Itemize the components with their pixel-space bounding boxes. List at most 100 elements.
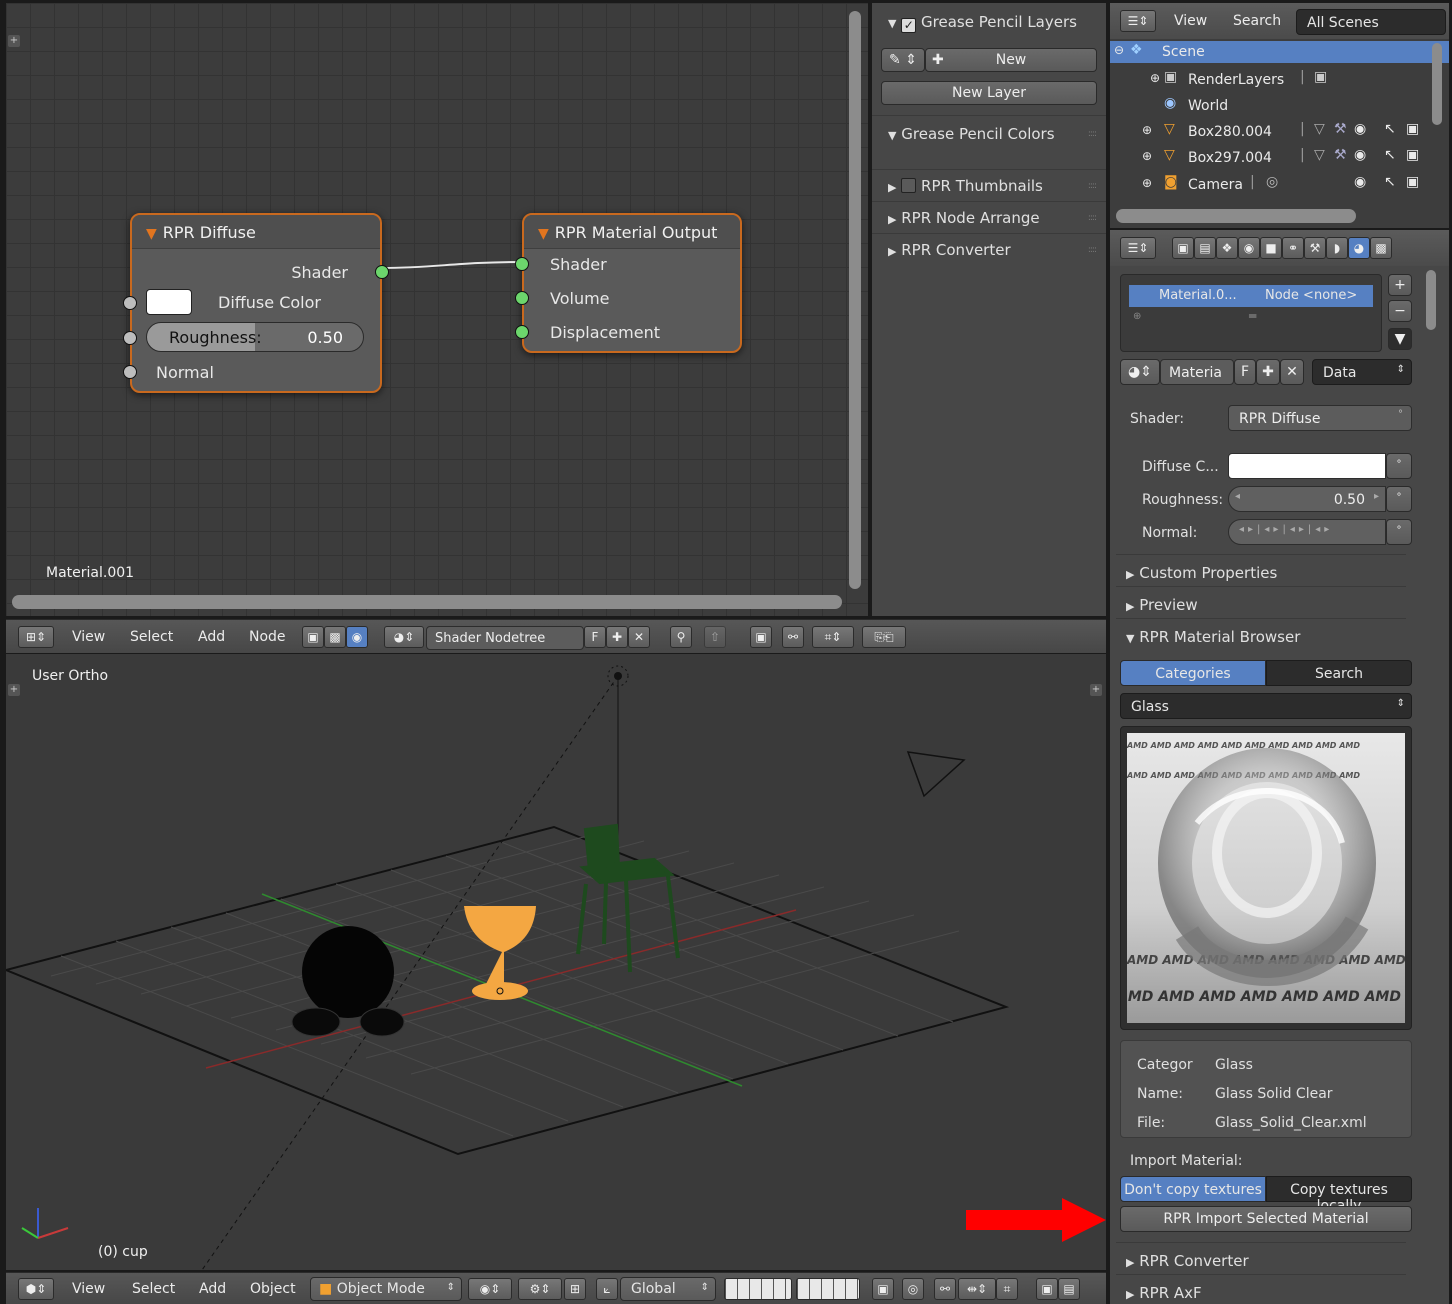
normal-vector-field[interactable]: ◂▸|◂▸|◂▸|◂▸	[1228, 519, 1386, 545]
new-button[interactable]: ✚ New	[925, 48, 1097, 72]
add-slot-button[interactable]: +	[1388, 274, 1412, 296]
rpr-thumbnails-header[interactable]: ▶ RPR Thumbnails ::::	[872, 171, 1106, 201]
eye-icon[interactable]: ◉	[1354, 147, 1366, 163]
rpr-axf-header[interactable]: ▶ RPR AxF	[1110, 1278, 1344, 1304]
vertical-scrollbar[interactable]	[849, 11, 861, 589]
expand-triangle-icon[interactable]: ▶	[1126, 568, 1134, 581]
rpr-material-browser-header[interactable]: ▼ RPR Material Browser	[1110, 622, 1344, 652]
snap-icon[interactable]: ⚯	[782, 626, 804, 648]
menu-select[interactable]: Select	[132, 1281, 175, 1297]
3d-viewport[interactable]: User Ortho + + (0) cup	[6, 654, 1106, 1270]
renderlayers-tab-icon[interactable]: ▤	[1194, 237, 1216, 259]
properties-scrollbar[interactable]	[1426, 270, 1436, 330]
fake-user-button[interactable]: F	[584, 626, 606, 648]
copy-paste-icon[interactable]: ⎘⎗	[862, 626, 906, 648]
link-data-dropdown[interactable]: Data ⇕	[1312, 359, 1412, 385]
expand-triangle-icon[interactable]: ▶	[1126, 600, 1134, 613]
tab-search[interactable]: Search	[1266, 660, 1412, 686]
resize-handle-icon[interactable]: ⊕	[1133, 311, 1141, 322]
menu-search[interactable]: Search	[1233, 13, 1281, 29]
material-browse-icon[interactable]: ◕⇕	[384, 626, 424, 648]
mode-dropdown[interactable]: ■ Object Mode ⇕	[310, 1277, 462, 1301]
render-camera-icon[interactable]: ▣	[1406, 174, 1419, 190]
material-tab-icon[interactable]: ◕	[1348, 237, 1370, 259]
proportional-edit-icon[interactable]: ◎	[902, 1278, 924, 1300]
slot-menu-button[interactable]: ▼	[1388, 328, 1412, 350]
duplicate-material-icon[interactable]: ✚	[1256, 359, 1280, 385]
editor-type-icon[interactable]: ⬢⇕	[18, 1278, 54, 1300]
roughness-socket[interactable]	[123, 331, 137, 345]
viewport-shading-icon[interactable]: ◉⇕	[468, 1278, 512, 1300]
link-socket-button[interactable]: °	[1386, 453, 1412, 479]
tree-row-scene[interactable]: ⊖ ❖ Scene	[1110, 41, 1449, 63]
render-camera-icon[interactable]: ▣	[1406, 121, 1419, 137]
node-header[interactable]: ▼ RPR Diffuse	[132, 215, 380, 249]
backdrop-icon[interactable]: ▣	[750, 626, 772, 648]
editor-type-icon[interactable]: ⊞⇕	[18, 626, 54, 648]
render-camera-icon[interactable]: ▣	[1406, 147, 1419, 163]
snap-target-icon[interactable]: ⌗	[996, 1278, 1018, 1300]
data-tab-icon[interactable]: ◗	[1326, 237, 1348, 259]
add-icon[interactable]: ✚	[606, 626, 628, 648]
transform-manipulator-icon[interactable]: ⟀	[596, 1278, 618, 1300]
texture-tab-icon[interactable]: ▩	[1370, 237, 1392, 259]
render-animation-icon[interactable]: ▤	[1058, 1278, 1080, 1300]
roughness-slider[interactable]: ◂ 0.50 ▸	[1228, 486, 1386, 512]
outliner-horizontal-scrollbar[interactable]	[1116, 209, 1356, 223]
eye-icon[interactable]: ◉	[1354, 174, 1366, 190]
menu-view[interactable]: View	[72, 629, 105, 645]
increment-arrow-icon[interactable]: ▸	[1374, 491, 1379, 502]
preview-header[interactable]: ▶ Preview	[1110, 590, 1344, 620]
diffuse-color-socket[interactable]	[123, 296, 137, 310]
shader-select[interactable]: RPR Diffuse °	[1228, 405, 1412, 431]
render-tab-icon[interactable]: ▣	[1172, 237, 1194, 259]
cursor-select-icon[interactable]: ↖	[1384, 174, 1396, 190]
eye-icon[interactable]: ◉	[1354, 121, 1366, 137]
output-shader-socket[interactable]	[375, 265, 389, 279]
tab-categories[interactable]: Categories	[1120, 660, 1266, 686]
pin-icon[interactable]: ⚲	[670, 626, 692, 648]
displacement-input-socket[interactable]	[515, 325, 529, 339]
constraints-tab-icon[interactable]: ⚭	[1282, 237, 1304, 259]
shader-input-socket[interactable]	[515, 257, 529, 271]
material-nodes-icon[interactable]: ◉	[346, 626, 368, 648]
material-slot-row[interactable]: Material.0... Node <none>	[1129, 285, 1373, 307]
collapse-triangle-icon[interactable]: ▼	[888, 17, 896, 30]
rpr-converter-header[interactable]: ▶ RPR Converter ::::	[872, 235, 1106, 265]
node-editor[interactable]: + ▼ RPR Diffuse Shader Diffuse Color Roug…	[6, 3, 868, 616]
collapse-triangle-icon[interactable]: ▼	[888, 129, 896, 142]
editor-type-icon[interactable]: ☰⇕	[1120, 10, 1156, 32]
layer-buttons-b[interactable]	[796, 1278, 860, 1300]
custom-properties-header[interactable]: ▶ Custom Properties	[1110, 558, 1344, 588]
layer-buttons-a[interactable]	[724, 1278, 792, 1300]
fake-user-button[interactable]: F	[1234, 359, 1256, 385]
rpr-import-selected-material-button[interactable]: RPR Import Selected Material	[1120, 1206, 1412, 1232]
scene-select-dropdown[interactable]: All Scenes	[1296, 9, 1446, 35]
expand-icon[interactable]: ⊕	[1142, 176, 1152, 190]
collapse-triangle-icon[interactable]: ▼	[1126, 632, 1134, 645]
copy-textures-locally-option[interactable]: Copy textures locally	[1266, 1176, 1412, 1214]
orientation-dropdown[interactable]: Global ⇕	[620, 1277, 716, 1301]
link-socket-button[interactable]: °	[1386, 486, 1412, 512]
world-tab-icon[interactable]: ◉	[1238, 237, 1260, 259]
manipulator-icon[interactable]: ⊞	[564, 1278, 586, 1300]
unlink-material-icon[interactable]: ✕	[1280, 359, 1304, 385]
cursor-select-icon[interactable]: ↖	[1384, 147, 1396, 163]
menu-add[interactable]: Add	[199, 1281, 226, 1297]
menu-view[interactable]: View	[72, 1281, 105, 1297]
decrement-arrow-icon[interactable]: ◂	[1235, 491, 1240, 502]
rpr-material-output-node[interactable]: ▼ RPR Material Output Shader Volume Displ…	[515, 213, 742, 353]
material-preview-frame[interactable]: AMD AMD AMD AMD AMD AMD AMD AMD AMD AMD …	[1120, 726, 1412, 1030]
roughness-slider[interactable]: Roughness: 0.50	[146, 322, 364, 352]
link-socket-button[interactable]: °	[1386, 519, 1412, 545]
collapse-triangle-icon[interactable]: ▼	[146, 226, 157, 242]
modifiers-tab-icon[interactable]: ⚒	[1304, 237, 1326, 259]
snap-element-icon[interactable]: ⌗⇕	[812, 626, 854, 648]
checkbox-icon[interactable]: ✓	[901, 18, 917, 33]
snap-icon[interactable]: ⚯	[934, 1278, 956, 1300]
checkbox-icon[interactable]	[901, 178, 917, 193]
object-tab-icon[interactable]: ■	[1260, 237, 1282, 259]
nodetree-name-field[interactable]: Shader Nodetree	[426, 626, 584, 650]
material-browse-button[interactable]: ◕⇕	[1120, 359, 1160, 385]
pivot-point-icon[interactable]: ⚙⇕	[518, 1278, 562, 1300]
